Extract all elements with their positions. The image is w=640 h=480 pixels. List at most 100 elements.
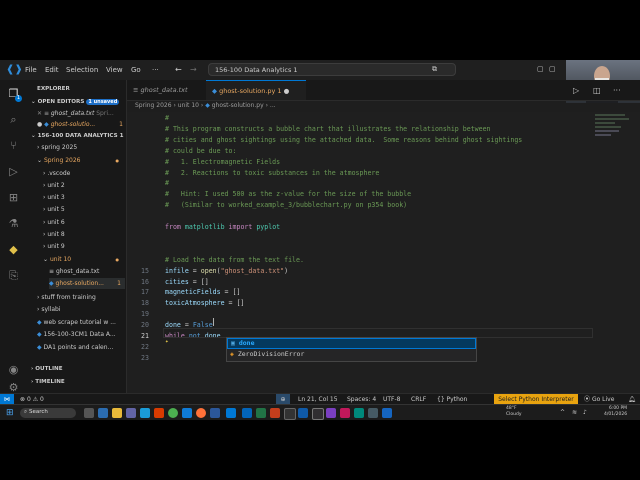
wifi-icon[interactable]: ≋ xyxy=(572,409,577,416)
tree-item[interactable]: › syllabi xyxy=(37,304,125,315)
extensions-icon[interactable]: ⊞ xyxy=(6,190,21,205)
tree-item[interactable]: ≡ ghost_data.txt xyxy=(49,266,125,277)
tree-item[interactable]: › unit 5 xyxy=(43,204,125,215)
breadcrumb-item[interactable]: ghost-solution.py xyxy=(212,102,264,109)
breadcrumb-item[interactable]: unit 10 xyxy=(178,102,199,109)
code-line[interactable]: # Load the data from the text file. xyxy=(165,256,304,264)
open-editors-header[interactable]: ⌄ OPEN EDITORS 1 unsaved xyxy=(31,97,120,108)
tree-item[interactable]: ◆ DA1 points and calen... xyxy=(37,342,125,353)
more-actions-icon[interactable]: ··· xyxy=(613,86,621,95)
tray-chevron-icon[interactable]: ^ xyxy=(560,409,565,416)
tree-item[interactable]: › unit 2 xyxy=(43,180,125,191)
code-line[interactable]: # This program constructs a bubble chart… xyxy=(165,125,491,133)
code-line[interactable]: cities = [] xyxy=(165,278,209,286)
clock[interactable]: 6:00 PM 4/01/2026 xyxy=(604,406,627,418)
menu-item[interactable]: File xyxy=(25,66,37,74)
tree-item[interactable]: ◆ ghost-solution... 1 xyxy=(49,278,125,289)
run-python-icon[interactable]: ▷ xyxy=(573,86,579,95)
suggestion-item[interactable]: ▣ done xyxy=(227,338,476,349)
edge-icon[interactable] xyxy=(140,408,150,418)
tree-item[interactable]: › unit 9 xyxy=(43,241,125,252)
code-line[interactable]: toxicAtmosphere = [] xyxy=(165,299,244,307)
code-line[interactable]: magneticFields = [] xyxy=(165,288,240,296)
office-icon[interactable] xyxy=(154,408,164,418)
weather-widget[interactable]: 48°F Cloudy xyxy=(506,406,522,418)
tree-item[interactable]: ⌄ unit 10 ● xyxy=(43,254,125,265)
outlook-icon[interactable] xyxy=(242,408,252,418)
tab-ghost-solution[interactable]: ◆ ghost-solution.py 1 ● xyxy=(206,80,306,100)
tree-item[interactable]: › stuff from training xyxy=(37,292,125,303)
outline-header[interactable]: › OUTLINE xyxy=(31,364,63,375)
menu-item[interactable]: Edit xyxy=(45,66,59,74)
tree-item[interactable]: › .vscode xyxy=(43,168,125,179)
tree-item[interactable]: ◆ web scrape tutorial w ... xyxy=(37,317,125,328)
menu-item[interactable]: Selection xyxy=(66,66,98,74)
app-icon[interactable] xyxy=(382,408,392,418)
code-line[interactable]: # 1. Electromagnetic Fields xyxy=(165,158,280,166)
open-editor-item[interactable]: ● ◆ ghost-solutio... 1 xyxy=(37,119,123,130)
app-icon[interactable] xyxy=(368,408,378,418)
workspace-header[interactable]: ⌄ 156-100 DATA ANALYTICS 1 xyxy=(31,131,124,142)
chrome-icon[interactable] xyxy=(168,408,178,418)
search-icon[interactable]: ⌕ xyxy=(6,112,21,127)
widgets-icon[interactable] xyxy=(98,408,108,418)
back-arrow-icon[interactable]: ← xyxy=(175,65,182,74)
app-icon[interactable] xyxy=(326,408,336,418)
open-editor-item[interactable]: ✕ ≡ ghost_data.txt Spri... xyxy=(37,108,114,119)
code-line[interactable]: # xyxy=(165,114,169,122)
task-view-icon[interactable] xyxy=(84,408,94,418)
tree-item[interactable]: › unit 6 xyxy=(43,217,125,228)
breadcrumb-item[interactable]: ... xyxy=(270,102,276,109)
forward-arrow-icon[interactable]: → xyxy=(190,65,197,74)
source-control-icon[interactable]: ⑂ xyxy=(6,138,21,153)
app-icon[interactable] xyxy=(340,408,350,418)
obs-icon[interactable] xyxy=(312,408,324,420)
python-icon[interactable]: ◆ xyxy=(6,242,21,257)
app-icon[interactable] xyxy=(354,408,364,418)
code-line[interactable]: # could be due to: xyxy=(165,147,236,155)
breadcrumb-item[interactable]: Spring 2026 xyxy=(135,102,172,109)
word-icon[interactable] xyxy=(210,408,220,418)
layout-panel-icon[interactable]: ▢ xyxy=(549,65,556,73)
testing-icon[interactable]: ⚗ xyxy=(6,216,21,231)
tree-item[interactable]: ◆ 156-100-3CM1 Data A... xyxy=(37,329,125,340)
tree-item[interactable]: › unit 8 xyxy=(43,229,125,240)
lightbulb-icon[interactable]: ✦ xyxy=(165,338,169,345)
minimap[interactable] xyxy=(595,114,631,144)
layout-sidebar-icon[interactable]: ▢ xyxy=(537,65,544,73)
code-line[interactable]: # xyxy=(165,179,169,187)
terminal-icon[interactable] xyxy=(284,408,296,420)
menu-item[interactable]: Go xyxy=(131,66,141,74)
volume-icon[interactable]: ♪ xyxy=(583,409,587,416)
code-line[interactable]: # Hint: I used 500 as the z-value for th… xyxy=(165,190,411,198)
photos-icon[interactable] xyxy=(182,408,192,418)
tree-item[interactable]: ⌄ Spring 2026 ● xyxy=(37,155,125,166)
powerpoint-icon[interactable] xyxy=(270,408,280,418)
copilot-icon[interactable]: ⧉ xyxy=(432,65,437,74)
run-debug-icon[interactable]: ▷ xyxy=(6,164,21,179)
taskbar-search[interactable]: ⌕ Search xyxy=(20,408,76,418)
timeline-header[interactable]: › TIMELINE xyxy=(31,377,65,388)
code-line[interactable]: infile = open("ghost_data.txt") xyxy=(165,267,288,275)
store-icon[interactable] xyxy=(298,408,308,418)
code-line[interactable]: # 2. Reactions to toxic substances in th… xyxy=(165,169,379,177)
firefox-icon[interactable] xyxy=(196,408,206,418)
menu-item[interactable]: View xyxy=(106,66,123,74)
suggestion-item[interactable]: ◈ ZeroDivisionError xyxy=(227,349,476,360)
menu-item[interactable]: ··· xyxy=(152,66,159,74)
excel-icon[interactable] xyxy=(256,408,266,418)
split-editor-icon[interactable]: ◫ xyxy=(593,86,601,95)
remote-icon[interactable]: ⎘ xyxy=(6,268,21,283)
tree-item[interactable]: › spring 2025 xyxy=(37,142,125,153)
windows-start-icon[interactable]: ⊞ xyxy=(6,408,14,418)
file-explorer-icon[interactable] xyxy=(112,408,122,418)
command-center[interactable]: 156-100 Data Analytics 1 xyxy=(208,63,456,76)
code-line[interactable]: # cities and ghost sightings using the a… xyxy=(165,136,522,144)
teams-icon[interactable] xyxy=(126,408,136,418)
tree-item[interactable]: › unit 3 xyxy=(43,192,125,203)
vscode-taskbar-icon[interactable] xyxy=(226,408,236,418)
code-line[interactable]: # (Similar to worked_example_3/bubblecha… xyxy=(165,201,407,209)
code-line[interactable]: from matplotlib import pyplot xyxy=(165,223,280,231)
tab-ghost-data[interactable]: ≡ ghost_data.txt xyxy=(127,80,205,100)
account-icon[interactable]: ◉ xyxy=(6,362,21,377)
